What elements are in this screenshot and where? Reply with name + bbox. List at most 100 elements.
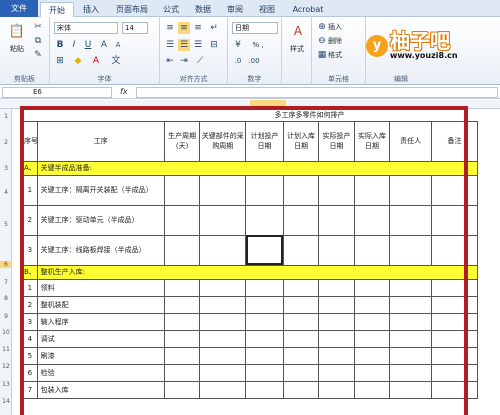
tab-view[interactable]: 视图 [254,2,280,17]
delete-cells-button[interactable]: 删除 [328,35,350,48]
process-cell[interactable]: 整机装配 [36,295,165,314]
row-number[interactable]: 11 [0,346,12,353]
format-painter-icon[interactable]: ✎ [32,49,44,61]
formula-input[interactable] [136,87,498,98]
data-cell[interactable] [353,363,391,382]
data-cell[interactable] [430,363,479,382]
data-cell[interactable] [353,380,391,399]
data-cell[interactable] [245,204,284,236]
process-cell[interactable]: 包装入库 [36,380,165,399]
data-cell[interactable] [318,234,355,266]
header-cell[interactable]: 实际入库日期 [353,120,391,162]
process-cell[interactable]: 调试 [36,329,165,348]
header-cell[interactable]: 计划投产日期 [245,120,284,162]
paste-button[interactable]: 粘贴 [4,43,30,56]
number-format-select[interactable]: 日期 [232,22,278,34]
align-bottom-icon[interactable]: ≡ [192,22,204,34]
data-cell[interactable] [318,329,355,348]
header-cell[interactable]: 生产周期(天) [163,120,201,162]
data-cell[interactable] [430,380,479,399]
tab-insert[interactable]: 插入 [78,2,104,17]
data-cell[interactable] [353,295,391,314]
data-cell[interactable] [199,278,247,297]
data-cell[interactable] [199,295,247,314]
data-cell[interactable] [163,204,201,236]
data-cell[interactable] [353,204,391,236]
selected-column-header[interactable] [250,100,286,108]
row-number[interactable]: 1 [0,113,12,120]
insert-cells-icon[interactable]: ⊕ [316,21,328,33]
data-cell[interactable] [318,295,355,314]
data-cell[interactable] [199,234,247,266]
data-cell[interactable] [430,312,479,331]
data-cell[interactable] [318,346,355,365]
currency-icon[interactable]: ¥ [232,39,244,51]
data-cell[interactable] [282,278,320,297]
data-cell[interactable] [245,295,284,314]
header-cell[interactable]: 责任人 [389,120,432,162]
row-no-cell[interactable]: 5 [22,346,38,365]
data-cell[interactable] [282,363,320,382]
tab-acrobat[interactable]: Acrobat [288,2,328,17]
data-cell[interactable] [245,174,284,206]
row-no-cell[interactable]: 3 [22,234,38,266]
data-cell[interactable] [199,204,247,236]
process-cell[interactable]: 刷漆 [36,346,165,365]
data-cell[interactable] [318,380,355,399]
data-cell[interactable] [430,295,479,314]
header-cell[interactable]: 关键部件的采购周期 [199,120,247,162]
header-cell[interactable]: 实际投产日期 [318,120,355,162]
selected-cell[interactable] [245,234,284,266]
section-title-cell[interactable]: 整机生产入库: [36,264,479,280]
align-left-icon[interactable]: ☰ [164,39,176,51]
header-cell[interactable]: 计划入库日期 [282,120,320,162]
underline-icon[interactable]: U [82,39,94,51]
decrease-decimal-icon[interactable]: .00 [248,55,260,67]
data-cell[interactable] [163,174,201,206]
header-cell[interactable]: 工序 [36,120,165,162]
data-cell[interactable] [430,234,479,266]
data-cell[interactable] [353,312,391,331]
data-cell[interactable] [245,312,284,331]
wrap-text-icon[interactable]: ↵ [208,22,220,34]
data-cell[interactable] [353,346,391,365]
tab-review[interactable]: 审阅 [222,2,248,17]
data-cell[interactable] [389,204,432,236]
font-color-icon[interactable]: A [90,55,102,67]
data-cell[interactable] [245,380,284,399]
data-cell[interactable] [199,329,247,348]
data-cell[interactable] [430,329,479,348]
row-number[interactable]: 5 [0,221,12,228]
data-cell[interactable] [199,312,247,331]
data-cell[interactable] [245,329,284,348]
align-right-icon[interactable]: ☰ [192,39,204,51]
data-cell[interactable] [389,329,432,348]
format-cells-icon[interactable]: ▦ [316,49,328,61]
data-cell[interactable] [163,380,201,399]
row-number[interactable]: 9 [0,313,12,320]
row-no-cell[interactable]: 6 [22,363,38,382]
data-cell[interactable] [430,346,479,365]
data-cell[interactable] [199,380,247,399]
styles-button[interactable]: 样式 [284,43,310,56]
styles-icon[interactable]: A [290,23,306,39]
data-cell[interactable] [318,204,355,236]
data-cell[interactable] [199,174,247,206]
row-number[interactable]: 10 [0,329,12,336]
row-number-selected[interactable]: 6 [0,261,12,268]
data-cell[interactable] [389,380,432,399]
align-center-icon[interactable]: ☰ [178,39,190,51]
row-no-cell[interactable]: A、 [22,160,38,176]
process-cell[interactable]: 关键工序：驱动单元（半成品） [36,204,165,236]
row-no-cell[interactable]: 4 [22,329,38,348]
font-name-select[interactable]: 宋体 [54,22,118,34]
data-cell[interactable] [353,234,391,266]
percent-comma-buttons[interactable]: % , [246,39,270,52]
row-no-cell[interactable]: 3 [22,312,38,331]
data-cell[interactable] [245,363,284,382]
data-cell[interactable] [389,346,432,365]
row-number[interactable]: 4 [0,189,12,196]
data-cell[interactable] [163,312,201,331]
data-cell[interactable] [430,278,479,297]
tab-home[interactable]: 开始 [40,2,74,17]
